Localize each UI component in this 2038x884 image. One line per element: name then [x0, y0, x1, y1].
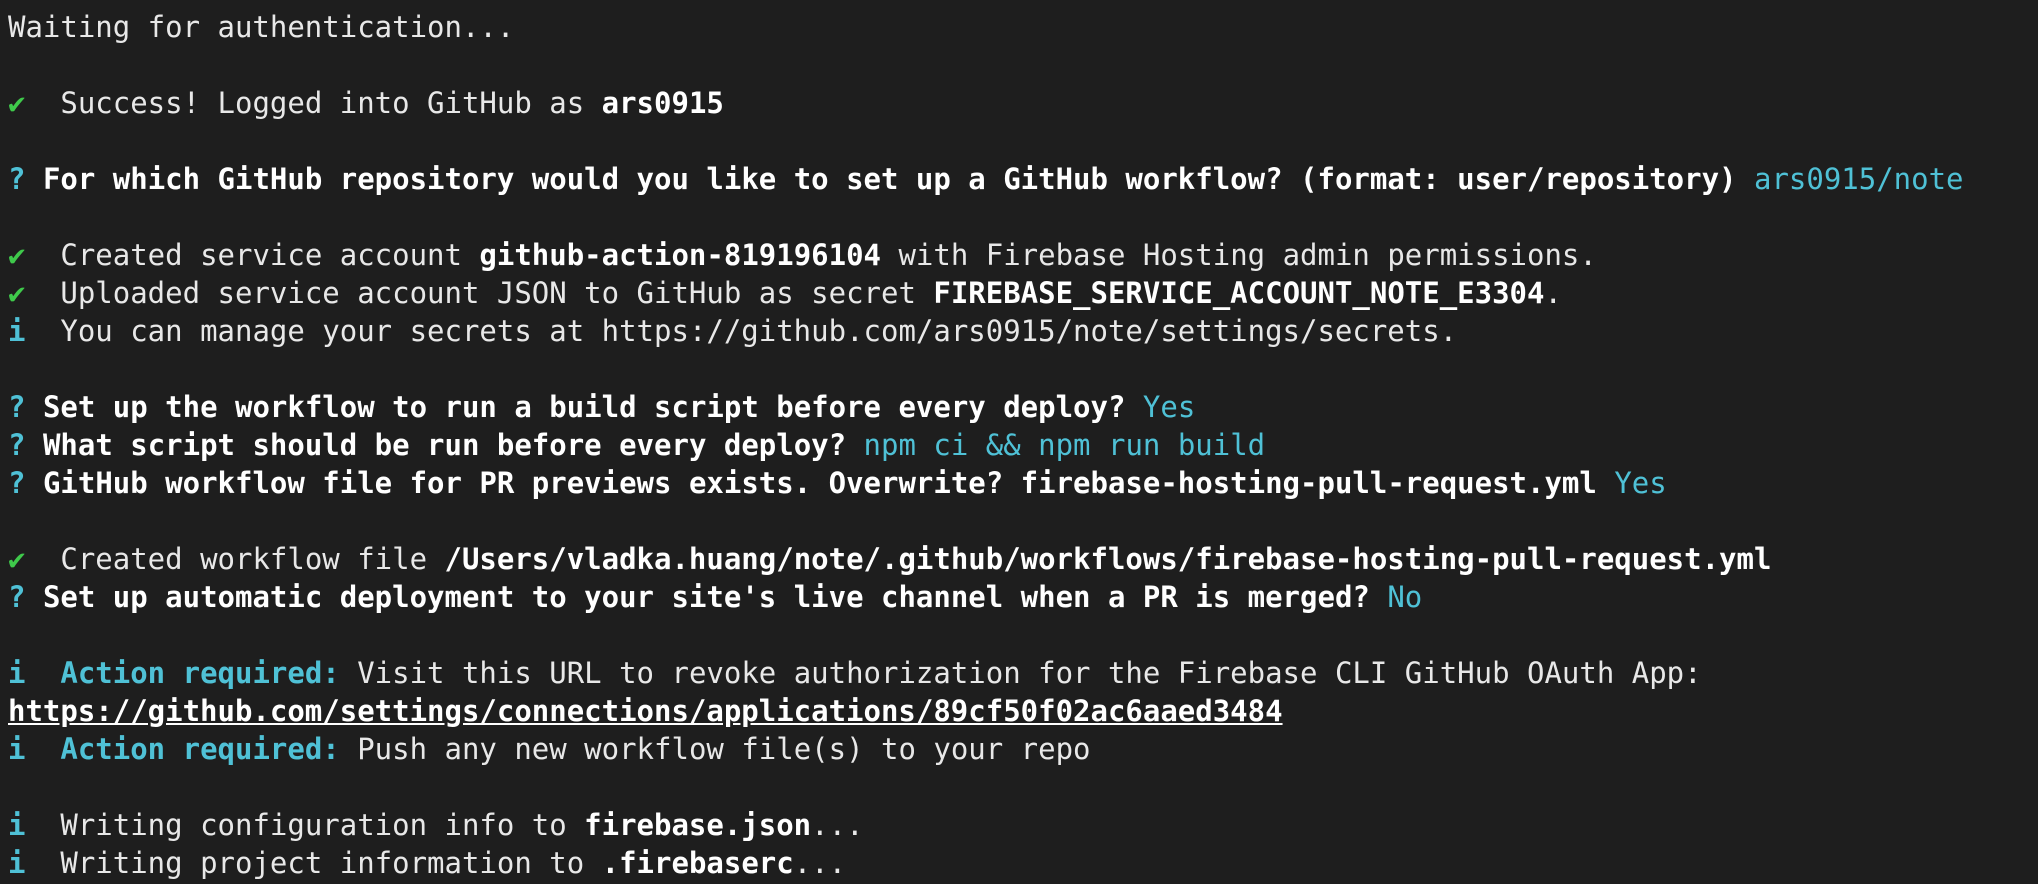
check-icon: ✔	[8, 276, 26, 310]
terminal-line: ✔ Uploaded service account JSON to GitHu…	[8, 274, 2038, 312]
success-text: Success! Logged into GitHub as	[25, 86, 602, 120]
check-icon: ✔	[8, 86, 26, 120]
write-config-prefix: Writing configuration info to	[25, 808, 585, 842]
terminal-line: i Writing project information to .fireba…	[8, 844, 2038, 882]
write-project-prefix: Writing project information to	[25, 846, 602, 880]
action-push-text: Push any new workflow file(s) to your re…	[339, 732, 1091, 766]
auto-deploy-question: Set up automatic deployment to your site…	[42, 580, 1370, 614]
project-file-name: .firebaserc	[601, 846, 794, 880]
terminal-line: i Writing configuration info to firebase…	[8, 806, 2038, 844]
uploaded-suffix: .	[1544, 276, 1562, 310]
terminal-line: ? Set up the workflow to run a build scr…	[8, 388, 2038, 426]
write-project-suffix: ...	[793, 846, 847, 880]
script-question: What script should be run before every d…	[42, 428, 847, 462]
terminal-line: ✔ Created workflow file /Users/vladka.hu…	[8, 540, 2038, 578]
action-revoke-text: Visit this URL to revoke authorization f…	[339, 656, 1702, 690]
terminal-line: https://github.com/settings/connections/…	[8, 692, 2038, 730]
terminal-line: i Action required: Push any new workflow…	[8, 730, 2038, 768]
terminal-line: i You can manage your secrets at https:/…	[8, 312, 2038, 350]
info-icon: i	[8, 732, 26, 766]
terminal-line: ✔ Success! Logged into GitHub as ars0915	[8, 84, 2038, 122]
action-required-label: Action required:	[25, 656, 340, 690]
check-icon: ✔	[8, 238, 26, 272]
github-username: ars0915	[601, 86, 724, 120]
workflow-file-path: /Users/vladka.huang/note/.github/workflo…	[444, 542, 1772, 576]
terminal-line: i Action required: Visit this URL to rev…	[8, 654, 2038, 692]
question-icon: ?	[8, 390, 26, 424]
terminal-window[interactable]: Waiting for authentication... ✔ Success!…	[0, 0, 2038, 884]
created-sa-suffix: with Firebase Hosting admin permissions.	[881, 238, 1597, 272]
repo-answer: ars0915/note	[1753, 162, 1964, 196]
overwrite-answer: Yes	[1614, 466, 1667, 500]
service-account-name: github-action-819196104	[479, 238, 881, 272]
terminal-line: ? GitHub workflow file for PR previews e…	[8, 464, 2038, 502]
info-icon: i	[8, 808, 26, 842]
created-sa-prefix: Created service account	[25, 238, 480, 272]
waiting-text: Waiting for authentication...	[8, 10, 515, 44]
uploaded-prefix: Uploaded service account JSON to GitHub …	[25, 276, 934, 310]
write-config-suffix: ...	[811, 808, 864, 842]
config-file-name: firebase.json	[584, 808, 812, 842]
repo-question: For which GitHub repository would you li…	[42, 162, 1737, 196]
info-icon: i	[8, 656, 26, 690]
revoke-url-link[interactable]: https://github.com/settings/connections/…	[8, 694, 1283, 728]
info-icon: i	[8, 314, 26, 348]
created-workflow-prefix: Created workflow file	[25, 542, 445, 576]
terminal-line: ? What script should be run before every…	[8, 426, 2038, 464]
build-question: Set up the workflow to run a build scrip…	[42, 390, 1126, 424]
question-icon: ?	[8, 580, 26, 614]
build-answer: Yes	[1142, 390, 1196, 424]
question-icon: ?	[8, 466, 26, 500]
terminal-line: Waiting for authentication...	[8, 8, 2038, 46]
action-required-label: Action required:	[25, 732, 340, 766]
terminal-line: ? Set up automatic deployment to your si…	[8, 578, 2038, 616]
info-icon: i	[8, 846, 26, 880]
manage-secrets-text: You can manage your secrets at https://g…	[25, 314, 1458, 348]
secret-name: FIREBASE_SERVICE_ACCOUNT_NOTE_E3304	[933, 276, 1545, 310]
auto-deploy-answer: No	[1387, 580, 1423, 614]
check-icon: ✔	[8, 542, 26, 576]
script-answer: npm ci && npm run build	[863, 428, 1266, 462]
terminal-line: ✔ Created service account github-action-…	[8, 236, 2038, 274]
question-icon: ?	[8, 162, 26, 196]
terminal-line: ? For which GitHub repository would you …	[8, 160, 2038, 198]
overwrite-question: GitHub workflow file for PR previews exi…	[42, 466, 1597, 500]
question-icon: ?	[8, 428, 26, 462]
